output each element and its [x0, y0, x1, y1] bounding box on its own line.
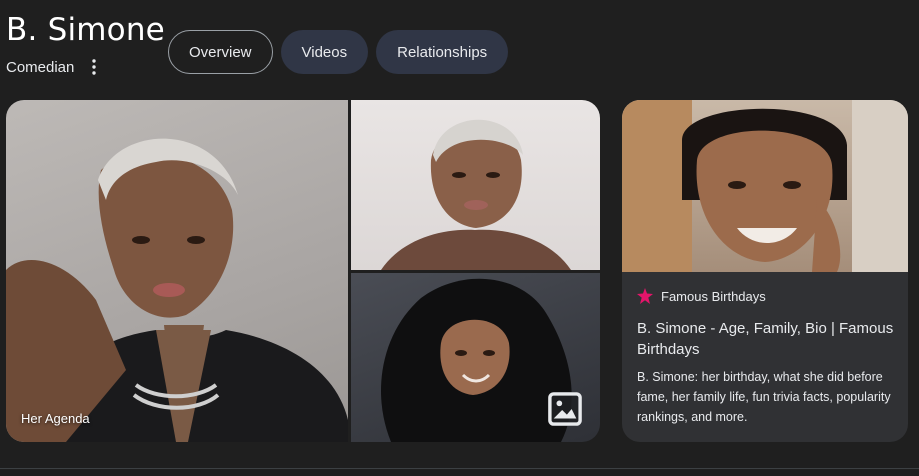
result-title[interactable]: B. Simone - Age, Family, Bio | Famous Bi… — [637, 318, 896, 360]
entity-tabs: Overview Videos Relationships — [168, 30, 509, 74]
portrait-illustration — [622, 100, 908, 272]
image-search-icon[interactable] — [548, 392, 582, 426]
tab-overview[interactable]: Overview — [168, 30, 273, 74]
result-card[interactable]: Famous Birthdays B. Simone - Age, Family… — [622, 100, 908, 442]
entity-subtitle: Comedian — [6, 58, 75, 76]
more-options-icon[interactable] — [86, 58, 102, 76]
section-divider — [0, 468, 919, 469]
famous-birthdays-favicon-icon — [637, 288, 653, 304]
page-title: B. Simone — [6, 12, 165, 48]
portrait-illustration — [381, 119, 571, 270]
tab-relationships[interactable]: Relationships — [376, 30, 509, 74]
image-source-caption: Her Agenda — [21, 411, 90, 426]
gallery-image-top-right[interactable] — [351, 100, 600, 270]
result-card-image — [622, 100, 908, 272]
gallery-image-bottom-right[interactable] — [351, 273, 600, 442]
result-source-name: Famous Birthdays — [661, 288, 766, 304]
entity-subtitle-row: Comedian — [6, 58, 102, 76]
result-snippet: B. Simone: her birthday, what she did be… — [637, 370, 891, 424]
tab-videos[interactable]: Videos — [280, 30, 369, 74]
result-source-row: Famous Birthdays — [637, 288, 896, 304]
result-card-body: Famous Birthdays B. Simone - Age, Family… — [637, 288, 896, 427]
portrait-illustration — [6, 138, 348, 442]
gallery-image-main[interactable]: Her Agenda — [6, 100, 348, 442]
image-gallery: Her Agenda — [6, 100, 600, 442]
